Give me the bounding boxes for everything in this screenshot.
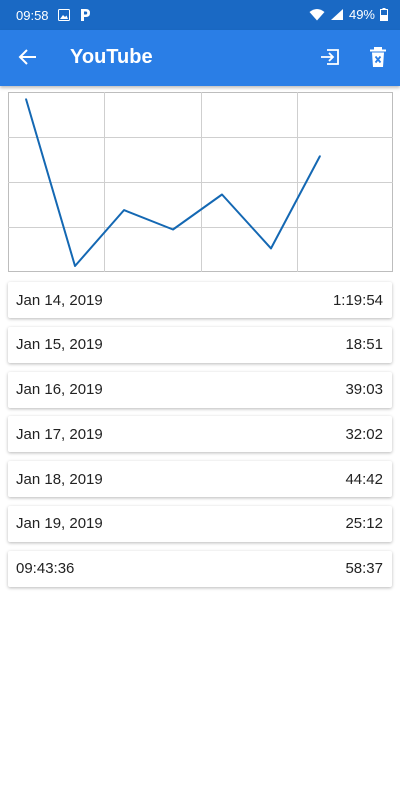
session-date: Jan 17, 2019 [16, 425, 103, 443]
status-bar: 09:58 49% [0, 0, 400, 30]
data-point-0 [25, 98, 27, 100]
session-list: Jan 14, 2019 1:19:54 Jan 15, 2019 18:51 Ja… [8, 282, 392, 596]
delete-icon[interactable] [366, 45, 390, 69]
notification-icons [58, 8, 91, 22]
export-icon[interactable] [318, 45, 342, 69]
list-item[interactable]: Jan 16, 2019 39:03 [8, 371, 392, 408]
session-duration: 32:02 [345, 425, 383, 443]
list-item[interactable]: Jan 18, 2019 44:42 [8, 461, 392, 498]
list-item[interactable]: Jan 15, 2019 18:51 [8, 326, 392, 363]
data-point-6 [319, 155, 321, 157]
session-duration: 25:12 [345, 515, 383, 533]
signal-icon [330, 9, 343, 20]
status-time: 09:58 [16, 8, 49, 23]
list-item[interactable]: 09:43:36 58:37 [8, 550, 392, 587]
status-right-icons: 49% [309, 7, 388, 22]
session-duration: 18:51 [345, 336, 383, 354]
page-title: YouTube [70, 46, 153, 68]
session-date: 09:43:36 [16, 560, 75, 578]
data-point-3 [172, 228, 174, 231]
battery-icon [380, 8, 388, 21]
image-icon [58, 9, 70, 21]
session-date: Jan 18, 2019 [16, 470, 103, 488]
data-point-1 [74, 265, 76, 267]
list-item[interactable]: Jan 17, 2019 32:02 [8, 416, 392, 453]
data-point-4 [221, 193, 223, 196]
session-duration: 44:42 [345, 470, 383, 488]
app-bar: YouTube [0, 30, 400, 86]
back-arrow-icon[interactable] [16, 45, 40, 69]
p-app-icon [81, 9, 90, 21]
session-duration: 39:03 [345, 381, 383, 399]
data-point-5 [270, 247, 272, 250]
list-item[interactable]: Jan 14, 2019 1:19:54 [8, 282, 392, 318]
session-date: Jan 15, 2019 [16, 336, 103, 354]
data-point-2 [123, 209, 125, 211]
wifi-icon [309, 9, 325, 21]
session-date: Jan 16, 2019 [16, 381, 103, 399]
session-date: Jan 14, 2019 [16, 291, 103, 309]
usage-line-chart [8, 92, 393, 272]
battery-percent: 49% [348, 7, 375, 22]
list-item[interactable]: Jan 19, 2019 25:12 [8, 505, 392, 542]
session-duration: 1:19:54 [332, 291, 383, 309]
session-date: Jan 19, 2019 [16, 515, 103, 533]
session-duration: 58:37 [345, 560, 383, 578]
